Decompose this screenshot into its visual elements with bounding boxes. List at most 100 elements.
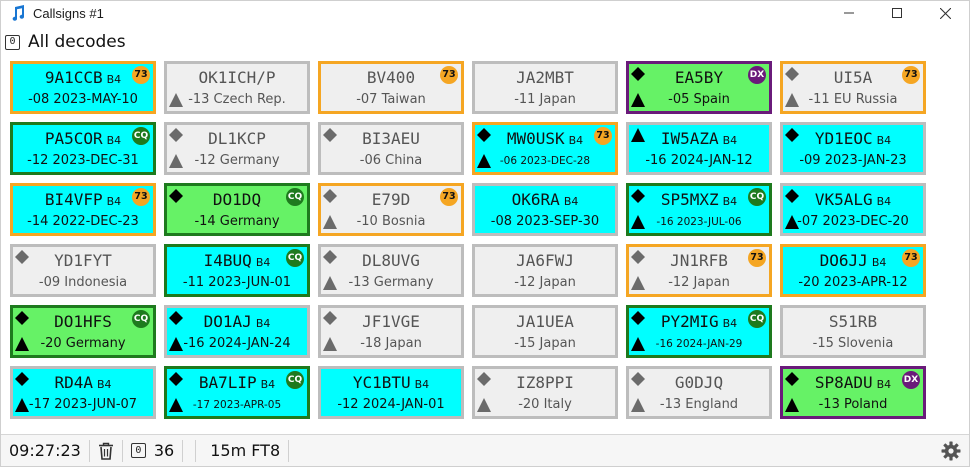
callsign-card[interactable]: DO1HFS -20 Germany CQ	[10, 305, 156, 358]
callsign-card[interactable]: DL8UVG -13 Germany	[318, 244, 464, 297]
callsign-line: YC1BTU B4	[321, 373, 461, 392]
worked-before-label: B4	[722, 195, 738, 208]
callsign-card[interactable]: G0DJQ -13 England	[626, 366, 772, 419]
badge-73: 73	[132, 188, 150, 206]
callsign-info: -11 EU Russia	[808, 92, 898, 107]
badge-cq: CQ	[748, 188, 766, 206]
callsign-card[interactable]: IW5AZA B4 -16 2024-JAN-12	[626, 122, 772, 175]
callsign-card[interactable]: YD1EOC B4 -09 2023-JAN-23	[780, 122, 926, 175]
callsign-line: YD1EOC B4	[783, 129, 923, 148]
badge-73: 73	[748, 249, 766, 267]
callsign-card[interactable]: PY2MIG B4 -16 2024-JAN-29 CQ	[626, 305, 772, 358]
status-time: 09:27:23	[9, 441, 81, 460]
badge-cq: CQ	[286, 249, 304, 267]
callsign-info: -15 Japan	[514, 336, 576, 351]
worked-before-label: B4	[255, 317, 271, 330]
status-divider	[182, 439, 184, 462]
status-zero-badge[interactable]: 0	[130, 443, 146, 458]
callsign-card[interactable]: OK6RA B4 -08 2023-SEP-30	[472, 183, 618, 236]
callsigns-window: Callsigns #1 0 All decodes 9A1CCB B4 -08 2…	[0, 0, 970, 467]
callsign-card[interactable]: S51RB -15 Slovenia	[780, 305, 926, 358]
callsign-text: BI3AEU	[362, 129, 420, 148]
callsign-info: -20 Italy	[518, 397, 572, 412]
callsign-card[interactable]: DL1KCP -12 Germany	[164, 122, 310, 175]
callsign-info: -12 2023-DEC-31	[27, 153, 139, 168]
callsign-info: -14 Germany	[194, 214, 280, 229]
callsign-info: -14 2022-DEC-23	[27, 214, 139, 229]
callsign-card[interactable]: E79D -10 Bosnia 73	[318, 183, 464, 236]
callsign-line: S51RB	[783, 312, 923, 331]
worked-before-label: B4	[255, 256, 271, 269]
callsign-text: SP8ADU	[814, 373, 873, 392]
callsign-card[interactable]: BI3AEU -06 China	[318, 122, 464, 175]
callsign-info: -06 China	[359, 153, 423, 168]
callsign-card[interactable]: UI5A -11 EU Russia 73	[780, 61, 926, 114]
badge-dx: DX	[748, 66, 766, 84]
callsign-card[interactable]: 9A1CCB B4 -08 2023-MAY-10 73	[10, 61, 156, 114]
callsign-line: VK5ALG B4	[783, 190, 923, 209]
callsign-card[interactable]: BI4VFP B4 -14 2022-DEC-23 73	[10, 183, 156, 236]
callsign-info: -16 2024-JAN-12	[645, 153, 753, 168]
callsign-card[interactable]: DO6JJ B4 -20 2023-APR-12 73	[780, 244, 926, 297]
worked-before-label: B4	[414, 378, 430, 391]
worked-before-label: B4	[876, 195, 892, 208]
callsign-info: -16 2024-JAN-29	[655, 338, 743, 350]
callsign-text: EA5BY	[674, 68, 724, 87]
callsign-text: MW0USK	[506, 129, 565, 148]
badge-73: 73	[902, 66, 920, 84]
badge-cq: CQ	[286, 371, 304, 389]
callsign-text: DO1AJ	[203, 312, 252, 331]
callsign-card[interactable]: JA6FWJ -12 Japan	[472, 244, 618, 297]
callsign-card[interactable]: OK1ICH/P -13 Czech Rep.	[164, 61, 310, 114]
callsign-card[interactable]: YC1BTU B4 -12 2024-JAN-01	[318, 366, 464, 419]
callsign-info: -09 2023-JAN-23	[799, 153, 907, 168]
trash-icon[interactable]	[90, 435, 122, 467]
callsign-card[interactable]: DO1AJ B4 -16 2024-JAN-24	[164, 305, 310, 358]
minimize-button[interactable]	[825, 1, 873, 25]
page-title: All decodes	[28, 32, 126, 52]
worked-before-label: B4	[568, 134, 584, 147]
callsign-info: -20 Germany	[40, 336, 126, 351]
callsign-card[interactable]: JN1RFB -12 Japan 73	[626, 244, 772, 297]
maximize-button[interactable]	[873, 1, 921, 25]
callsign-card[interactable]: SP5MXZ B4 -16 2023-JUL-06 CQ	[626, 183, 772, 236]
callsign-text: DO1HFS	[54, 312, 112, 331]
callsign-text: OK1ICH/P	[198, 68, 276, 87]
callsign-card[interactable]: I4BUQ B4 -11 2023-JUN-01 CQ	[164, 244, 310, 297]
callsign-text: DO6JJ	[819, 251, 868, 270]
callsign-card[interactable]: DO1DQ -14 Germany CQ	[164, 183, 310, 236]
callsign-line: JA1UEA	[475, 312, 615, 331]
callsign-line: JA2MBT	[475, 68, 615, 87]
callsign-line: RD4A B4	[13, 373, 153, 392]
gear-icon[interactable]	[941, 441, 961, 461]
callsign-card[interactable]: JF1VGE -18 Japan	[318, 305, 464, 358]
callsign-card[interactable]: SP8ADU B4 -13 Poland DX	[780, 366, 926, 419]
callsign-text: IZ8PPI	[516, 373, 574, 392]
callsign-text: JN1RFB	[670, 251, 728, 270]
callsign-info: -06 2023-DEC-28	[499, 155, 591, 167]
callsign-info: -11 Japan	[514, 92, 576, 107]
callsign-card[interactable]: BV400 -07 Taiwan 73	[318, 61, 464, 114]
callsign-card[interactable]: YD1FYT -09 Indonesia	[10, 244, 156, 297]
callsign-info: -16 2024-JAN-24	[183, 336, 291, 351]
callsign-line: IW5AZA B4	[629, 129, 769, 148]
title-bar[interactable]: Callsigns #1	[1, 1, 969, 25]
callsign-info: -12 Japan	[668, 275, 730, 290]
callsign-card[interactable]: PA5COR B4 -12 2023-DEC-31 CQ	[10, 122, 156, 175]
callsign-card[interactable]: VK5ALG B4 -07 2023-DEC-20	[780, 183, 926, 236]
callsign-card[interactable]: RD4A B4 -17 2023-JUN-07	[10, 366, 156, 419]
callsign-card[interactable]: IZ8PPI -20 Italy	[472, 366, 618, 419]
zero-count-badge[interactable]: 0	[5, 34, 20, 50]
callsign-card[interactable]: MW0USK B4 -06 2023-DEC-28 73	[472, 122, 618, 175]
callsign-card[interactable]: BA7LIP B4 -17 2023-APR-05 CQ	[164, 366, 310, 419]
callsign-info: -13 England	[659, 397, 739, 412]
close-button[interactable]	[921, 1, 969, 25]
callsign-text: PA5COR	[44, 129, 103, 148]
decodes-header: 0 All decodes	[5, 31, 126, 53]
callsign-card[interactable]: JA2MBT -11 Japan	[472, 61, 618, 114]
badge-cq: CQ	[748, 310, 766, 328]
callsign-card[interactable]: JA1UEA -15 Japan	[472, 305, 618, 358]
callsign-text: YD1FYT	[54, 251, 112, 270]
callsign-card[interactable]: EA5BY -05 Spain DX	[626, 61, 772, 114]
callsign-text: JA1UEA	[516, 312, 574, 331]
